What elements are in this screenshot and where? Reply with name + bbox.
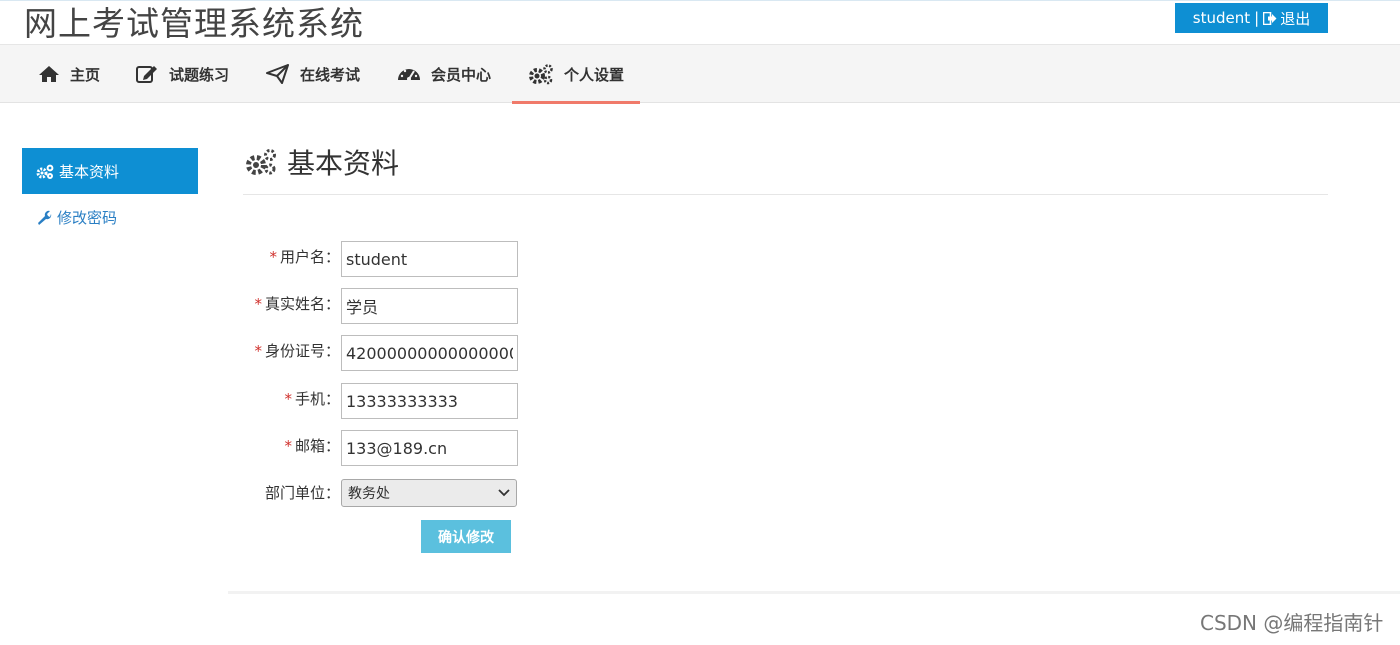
chevron-down-icon — [498, 485, 510, 501]
required-mark: * — [254, 295, 262, 313]
watermark: CSDN @编程指南针 — [1200, 611, 1384, 635]
gears-icon — [36, 164, 54, 179]
nav-item-label: 主页 — [70, 65, 101, 84]
required-mark: * — [269, 248, 277, 266]
field-label: * 手机： — [284, 383, 340, 419]
field-label-text: 手机： — [294, 390, 340, 408]
field-label-text: 身份证号： — [264, 342, 340, 360]
page-title: 基本资料 — [245, 142, 399, 182]
nav-item-member-center[interactable]: 会员中心 — [397, 45, 491, 103]
nav-item-personal-settings[interactable]: 个人设置 — [512, 45, 641, 104]
required-mark: * — [284, 390, 292, 408]
nav-item-label: 在线考试 — [300, 65, 361, 84]
form-row-department: 部门单位： 教务处 — [240, 479, 540, 515]
department-select[interactable]: 教务处 — [341, 479, 517, 507]
field-label-text: 用户名： — [279, 248, 340, 266]
site-title: 网上考试管理系统系统 — [24, 4, 364, 43]
form-row-id-number: * 身份证号： — [240, 335, 540, 371]
username: student — [1192, 9, 1251, 27]
page-title-text: 基本资料 — [287, 147, 400, 180]
sidebar-item-label: 修改密码 — [57, 208, 118, 227]
edit-icon — [135, 64, 159, 84]
separator: | — [1254, 9, 1260, 27]
form-row-email: * 邮箱： — [240, 430, 540, 466]
header: 网上考试管理系统系统 student | 退出 — [0, 0, 1400, 44]
divider — [243, 194, 1328, 195]
nav-item-label: 个人设置 — [564, 65, 625, 84]
field-label-text: 真实姓名： — [264, 295, 340, 313]
main-nav: 主页 试题练习 在线考试 会员中心 个人设置 — [0, 44, 1400, 104]
username-field[interactable] — [341, 241, 518, 277]
paper-plane-icon — [266, 64, 290, 84]
logout-label: 退出 — [1280, 9, 1311, 28]
nav-item-home[interactable]: 主页 — [38, 45, 100, 103]
field-label: * 邮箱： — [284, 430, 340, 466]
form-row-username: * 用户名： — [240, 241, 540, 277]
dashboard-icon — [397, 65, 421, 83]
department-selected-value: 教务处 — [348, 486, 390, 502]
divider — [228, 591, 1400, 594]
real-name-field[interactable] — [341, 288, 518, 324]
required-mark: * — [254, 342, 262, 360]
form-row-real-name: * 真实姓名： — [240, 288, 540, 324]
sidebar-item-basic-info[interactable]: 基本资料 — [22, 148, 198, 194]
field-label-text: 邮箱： — [294, 437, 340, 455]
email-field[interactable] — [341, 430, 518, 466]
gears-icon — [528, 63, 554, 85]
required-mark: * — [284, 437, 292, 455]
wrench-icon — [36, 209, 52, 225]
gears-icon — [245, 148, 277, 176]
confirm-button[interactable]: 确认修改 — [421, 520, 511, 553]
user-logout-button[interactable]: student | 退出 — [1175, 3, 1328, 33]
field-label: * 用户名： — [269, 241, 340, 277]
id-number-field[interactable] — [341, 335, 518, 371]
logout-icon — [1263, 11, 1277, 25]
nav-item-label: 会员中心 — [431, 65, 492, 84]
mobile-field[interactable] — [341, 383, 518, 419]
sidebar-item-label: 基本资料 — [59, 162, 120, 181]
nav-item-label: 试题练习 — [169, 65, 230, 84]
field-label: * 身份证号： — [254, 335, 340, 371]
field-label: 部门单位： — [264, 484, 340, 502]
nav-item-online-exam[interactable]: 在线考试 — [266, 45, 360, 103]
nav-item-practice[interactable]: 试题练习 — [135, 45, 229, 103]
home-icon — [38, 65, 60, 83]
field-label: * 真实姓名： — [254, 288, 340, 324]
form-row-mobile: * 手机： — [240, 383, 540, 419]
sidebar-item-change-password[interactable]: 修改密码 — [22, 194, 198, 240]
